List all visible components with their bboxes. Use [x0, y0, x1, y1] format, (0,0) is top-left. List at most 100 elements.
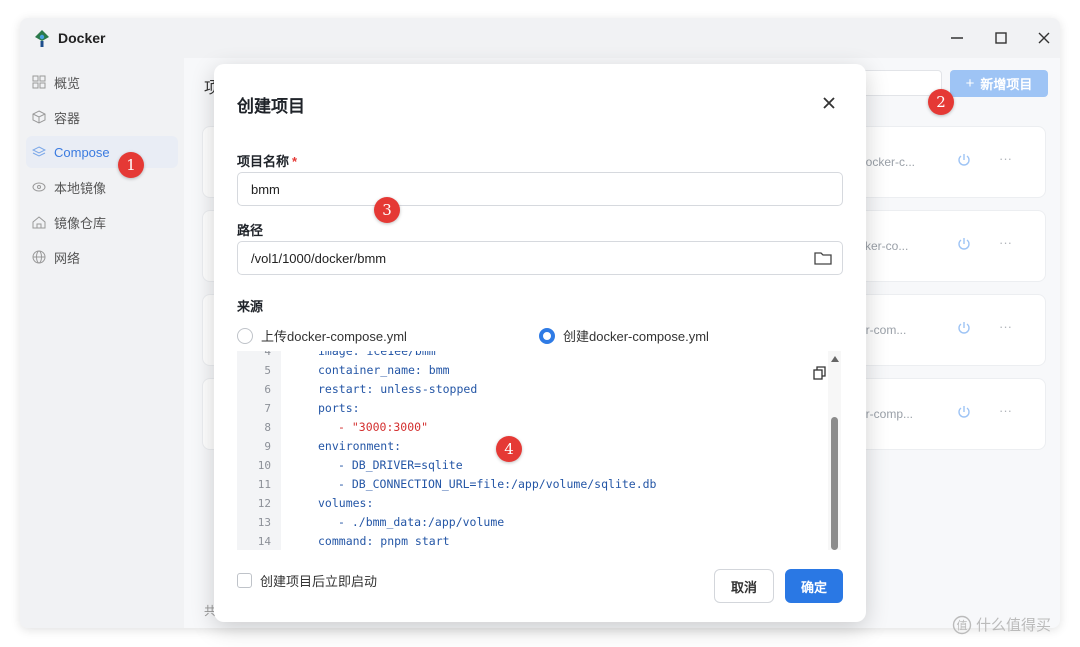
- power-icon[interactable]: [955, 151, 973, 169]
- sidebar-item-label: Compose: [54, 144, 110, 160]
- globe-icon: [30, 248, 48, 266]
- more-icon[interactable]: ···: [999, 151, 1012, 166]
- annotation-badge: 2: [928, 89, 954, 115]
- watermark: 值 什么值得买: [952, 614, 1051, 635]
- code-text: restart: unless-stopped: [318, 382, 478, 396]
- more-icon[interactable]: ···: [999, 403, 1012, 418]
- project-name-label: 项目名称 *: [237, 151, 297, 170]
- project-path: er-comp...: [859, 407, 914, 421]
- cube-icon: [30, 108, 48, 126]
- code-line: 13 - ./bmm_data:/app/volume: [237, 513, 827, 532]
- auto-start-checkbox[interactable]: 创建项目后立即启动: [237, 571, 377, 590]
- project-path: docker-c...: [859, 155, 916, 169]
- project-path: cker-co...: [859, 239, 909, 253]
- line-number: 5: [264, 364, 271, 377]
- create-compose-radio[interactable]: 创建docker-compose.yml: [539, 326, 709, 345]
- sidebar-item-containers[interactable]: 容器: [26, 101, 178, 133]
- sidebar-item-local-images[interactable]: 本地镜像: [26, 171, 178, 203]
- code-line: 8 - "3000:3000": [237, 418, 827, 437]
- line-number: 12: [257, 497, 271, 510]
- code-line: 5 container_name: bmm: [237, 361, 827, 380]
- radio-circle: [237, 327, 253, 344]
- code-text: container_name: bmm: [318, 363, 450, 377]
- copy-icon[interactable]: [812, 365, 828, 381]
- sidebar-item-label: 本地镜像: [54, 180, 107, 196]
- minimize-button[interactable]: [944, 26, 970, 50]
- svg-text:值: 值: [957, 619, 968, 632]
- code-text: volumes:: [318, 496, 374, 510]
- project-name-input[interactable]: bmm: [237, 172, 843, 206]
- editor-scrollbar[interactable]: [828, 351, 841, 550]
- close-icon: [1038, 32, 1050, 44]
- scroll-up-arrow-icon[interactable]: [831, 356, 839, 362]
- confirm-button[interactable]: 确定: [785, 569, 843, 603]
- line-number: 7: [264, 402, 271, 415]
- project-path: er-com...: [859, 323, 907, 337]
- project-name-value: bmm: [251, 181, 280, 197]
- minimize-icon: [951, 37, 963, 39]
- sidebar-item-network[interactable]: 网络: [26, 241, 178, 273]
- code-line: 4 image: ice1ee/bmm: [237, 351, 827, 361]
- auto-start-label: 创建项目后立即启动: [260, 574, 378, 589]
- code-line: 11 - DB_CONNECTION_URL=file:/app/volume/s…: [237, 475, 827, 494]
- more-icon[interactable]: ···: [999, 319, 1012, 334]
- sidebar-item-label: 镜像仓库: [54, 215, 107, 231]
- title-bar: Docker: [20, 18, 1060, 58]
- sidebar-item-overview[interactable]: 概览: [26, 66, 178, 98]
- line-number: 6: [264, 383, 271, 396]
- sidebar-item-registry[interactable]: 镜像仓库: [26, 206, 178, 238]
- sidebar-item-label: 概览: [54, 75, 81, 91]
- power-icon[interactable]: [955, 319, 973, 337]
- sidebar-item-label: 容器: [54, 110, 81, 126]
- annotation-badge: 3: [374, 197, 400, 223]
- code-text: environment:: [318, 439, 402, 453]
- path-label: 路径: [237, 223, 264, 238]
- code-text: - ./bmm_data:/app/volume: [338, 515, 505, 529]
- layers-icon: [30, 143, 48, 161]
- code-line: 10 - DB_DRIVER=sqlite: [237, 456, 827, 475]
- cancel-button[interactable]: 取消: [714, 569, 774, 603]
- close-icon: [823, 97, 835, 109]
- dialog-close-button[interactable]: [818, 92, 840, 114]
- add-project-button[interactable]: + 新增项目: [950, 70, 1048, 97]
- create-project-dialog: 创建项目 项目名称 * bmm 路径 /vol1/1000/docker/bmm …: [214, 64, 866, 622]
- more-icon[interactable]: ···: [999, 235, 1012, 250]
- code-text: command: pnpm start: [318, 534, 450, 548]
- add-project-label: 新增项目: [980, 77, 1033, 92]
- folder-icon[interactable]: [814, 250, 832, 266]
- create-compose-label: 创建docker-compose.yml: [563, 329, 709, 344]
- annotation-badge: 4: [496, 436, 522, 462]
- code-text: - DB_CONNECTION_URL=file:/app/volume/sql…: [338, 477, 657, 491]
- scrollbar-thumb[interactable]: [831, 417, 838, 550]
- line-number: 10: [257, 459, 271, 472]
- plus-icon: +: [965, 75, 975, 92]
- annotation-badge: 1: [118, 152, 144, 178]
- sidebar-item-label: 网络: [54, 250, 81, 266]
- grid-icon: [30, 73, 48, 91]
- source-label: 来源: [237, 299, 264, 314]
- maximize-button[interactable]: [988, 26, 1014, 50]
- app-title: Docker: [58, 30, 106, 46]
- power-icon[interactable]: [955, 403, 973, 421]
- line-number: 14: [257, 535, 271, 548]
- compose-code-editor[interactable]: 4 image: ice1ee/bmm 5 container_name: bmm …: [237, 351, 841, 550]
- window-close-button[interactable]: [1031, 26, 1057, 50]
- code-text: - DB_DRIVER=sqlite: [338, 458, 463, 472]
- line-number: 8: [264, 421, 271, 434]
- sidebar-item-compose[interactable]: Compose: [26, 136, 178, 168]
- disk-icon: [30, 178, 48, 196]
- line-number: 13: [257, 516, 271, 529]
- watermark-logo-icon: 值: [952, 615, 972, 634]
- line-number: 9: [264, 440, 271, 453]
- code-text: - "3000:3000": [338, 420, 429, 434]
- power-icon[interactable]: [955, 235, 973, 253]
- search-input[interactable]: [856, 70, 942, 96]
- code-line: 7 ports:: [237, 399, 827, 418]
- radio-circle-checked: [539, 327, 555, 344]
- upload-compose-radio[interactable]: 上传docker-compose.yml: [237, 326, 407, 345]
- maximize-icon: [995, 32, 1007, 44]
- code-line: 9 environment:: [237, 437, 827, 456]
- checkbox-box: [237, 573, 252, 588]
- required-mark: *: [292, 154, 298, 169]
- path-input[interactable]: /vol1/1000/docker/bmm: [237, 241, 843, 275]
